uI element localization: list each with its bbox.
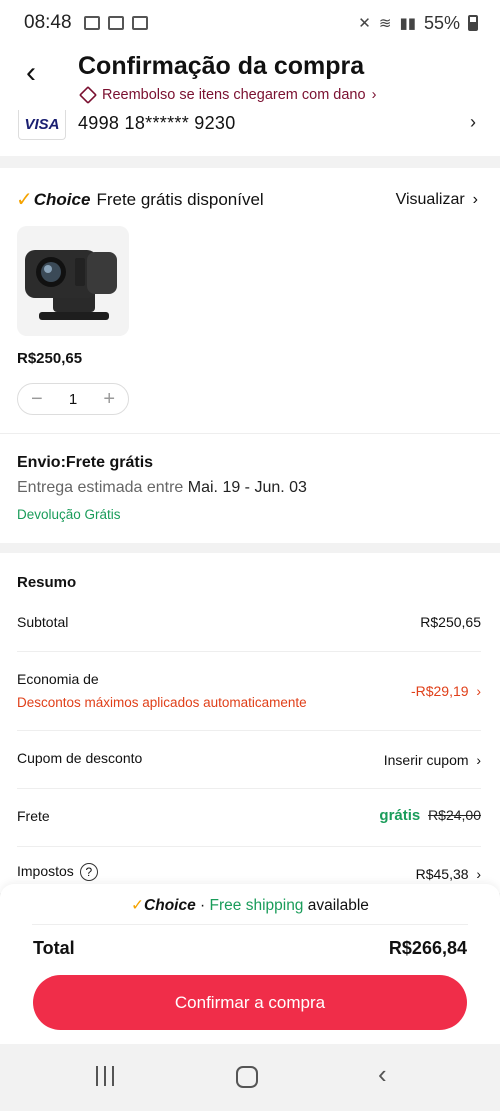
chevron-right-icon: › <box>476 752 481 768</box>
divider <box>17 651 481 652</box>
visa-logo: VISA <box>18 110 66 140</box>
page-header: ‹ Confirmação da compra Reembolso se ite… <box>0 46 500 110</box>
divider <box>0 433 500 434</box>
delivery-estimate: Entrega estimada entre Mai. 19 - Jun. 03 <box>17 479 307 497</box>
view-label: Visualizar <box>395 190 465 208</box>
coupon-value: Inserir cupom › <box>384 752 481 768</box>
shipping-label: Frete <box>17 808 50 824</box>
battery-percent: 55% <box>423 12 460 33</box>
choice-logo: Choice <box>144 897 196 914</box>
recents-icon[interactable] <box>96 1066 114 1086</box>
quantity-stepper: − 1 + <box>17 383 129 415</box>
coupon-label: Cupom de desconto <box>17 750 143 766</box>
view-items-link[interactable]: Visualizar › <box>396 191 478 209</box>
back-icon[interactable]: ‹ <box>378 1061 387 1087</box>
chevron-right-icon: › <box>470 112 476 132</box>
gallery-notification-icon <box>83 16 100 30</box>
free-shipping-banner: ✓Choice · Free shipping available <box>0 896 500 915</box>
quantity-value: 1 <box>68 390 78 408</box>
chevron-right-icon: › <box>476 866 481 882</box>
shield-icon <box>78 85 98 105</box>
product-price: R$250,65 <box>17 350 83 367</box>
divider <box>17 788 481 789</box>
choice-check-icon: ✓ <box>16 189 33 211</box>
card-number: 4998 18****** 9230 <box>78 113 236 133</box>
divider <box>32 924 468 925</box>
divider <box>17 730 481 731</box>
delivery-prefix: Entrega estimada entre <box>17 479 188 496</box>
delivery-dates: Mai. 19 - Jun. 03 <box>187 479 307 496</box>
mute-icon: ✕ <box>358 15 371 32</box>
items-section: ✓ Choice Frete grátis disponível Visuali… <box>0 168 500 543</box>
chevron-right-icon: › <box>476 683 481 699</box>
home-icon[interactable] <box>236 1066 258 1088</box>
battery-icon <box>468 15 478 31</box>
increase-quantity-button[interactable]: + <box>103 389 115 409</box>
banner-available: available <box>303 897 369 914</box>
refund-note-link[interactable]: Reembolso se itens chegarem com dano › <box>78 85 377 105</box>
status-bar: 08:48 ✕ ≋ ▮▮ 55% <box>0 0 500 46</box>
shipping-row: Frete grátis R$24,00 <box>17 807 481 824</box>
checkout-footer: ✓Choice · Free shipping available Total … <box>0 884 500 1044</box>
subtotal-row: Subtotal R$250,65 <box>17 614 481 630</box>
page-title: Confirmação da compra <box>78 52 365 80</box>
decrease-quantity-button[interactable]: − <box>31 389 43 409</box>
banner-separator: · <box>195 897 210 914</box>
help-icon[interactable]: ? <box>79 863 98 882</box>
total-value: R$266,84 <box>388 938 467 958</box>
choice-check-icon: ✓ <box>131 897 145 914</box>
system-navigation-bar: ‹ <box>0 1044 500 1111</box>
subtotal-value: R$250,65 <box>420 614 481 630</box>
taxes-label: Impostos <box>17 863 74 879</box>
shipping-free: grátis <box>379 807 421 824</box>
chevron-right-icon: › <box>371 87 377 103</box>
discount-row[interactable]: Economia de Descontos máximos aplicados … <box>17 671 481 710</box>
refund-note-text: Reembolso se itens chegarem com dano <box>102 87 366 103</box>
enter-coupon-text: Inserir cupom <box>383 752 469 768</box>
choice-header: ✓ Choice Frete grátis disponível Visuali… <box>16 187 478 212</box>
signal-icon: ▮▮ <box>399 15 416 32</box>
coupon-row[interactable]: Cupom de desconto Inserir cupom › <box>17 750 481 768</box>
shipping-title: Envio:Frete grátis <box>17 454 154 471</box>
subtotal-label: Subtotal <box>17 614 69 630</box>
back-arrow-icon[interactable]: ‹ <box>26 58 36 88</box>
wifi-icon: ≋ <box>378 15 392 32</box>
taxes-row[interactable]: Impostos? R$45,38 › <box>17 863 481 882</box>
confirm-purchase-button[interactable]: Confirmar a compra <box>33 975 467 1030</box>
banner-free-shipping: Free shipping <box>209 897 304 914</box>
summary-title: Resumo <box>17 574 77 591</box>
status-time: 08:48 <box>24 12 72 33</box>
taxes-value: R$45,38 › <box>416 866 481 882</box>
shipping-original-price: R$24,00 <box>428 807 481 823</box>
choice-logo: Choice <box>33 189 91 209</box>
product-image[interactable] <box>17 226 129 336</box>
projector-image <box>17 226 129 336</box>
shipping-value: grátis R$24,00 <box>379 807 481 824</box>
app-notification-icon <box>131 16 148 30</box>
chevron-right-icon: › <box>472 190 478 208</box>
discount-amount: -R$29,19 <box>410 683 469 699</box>
free-shipping-available-text: Frete grátis disponível <box>96 189 264 209</box>
divider <box>17 846 481 847</box>
taxes-amount: R$45,38 <box>415 866 469 882</box>
discount-value: -R$29,19 › <box>411 683 481 699</box>
order-summary: Resumo Subtotal R$250,65 Economia de Des… <box>0 553 500 893</box>
notification-icons <box>83 16 148 30</box>
payment-method-row[interactable]: VISA 4998 18****** 9230 › <box>0 110 500 156</box>
calendar-notification-icon <box>107 16 124 30</box>
free-return-badge: Devolução Grátis <box>17 507 121 522</box>
total-label: Total <box>33 938 75 958</box>
